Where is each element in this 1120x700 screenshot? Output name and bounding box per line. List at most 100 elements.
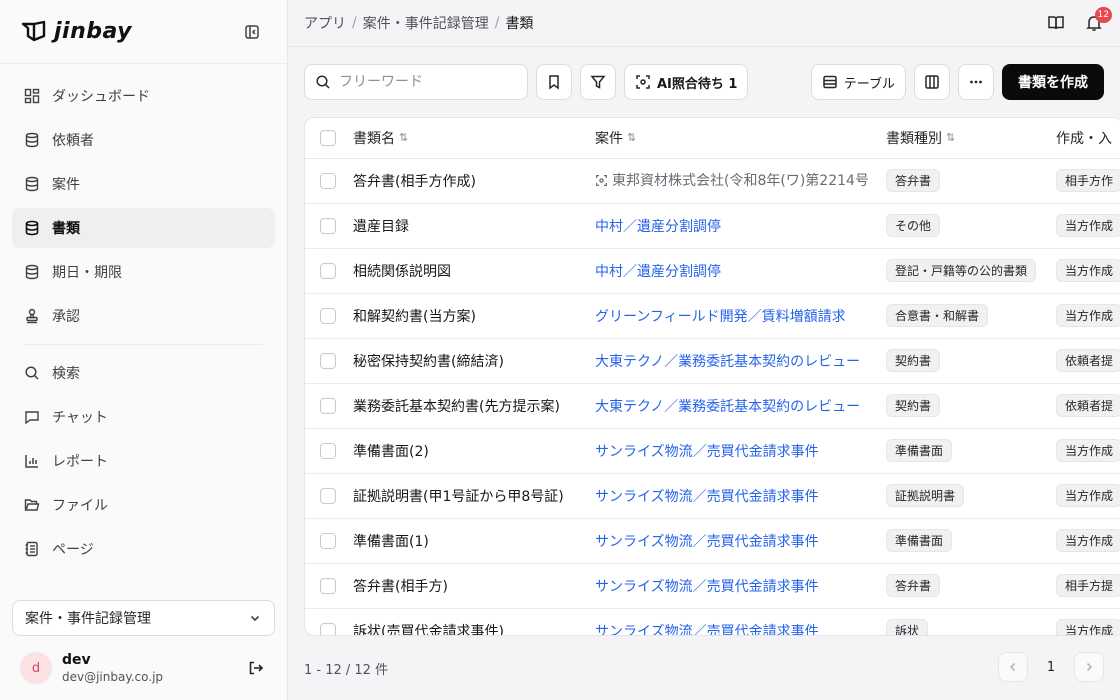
table-row[interactable]: 答弁書(相手方作成) 東邦資材株式会社(令和8年(ワ)第2214号 答弁書 相手… [305, 158, 1120, 203]
sidebar-item-files[interactable]: ファイル [12, 485, 275, 525]
row-checkbox[interactable] [320, 352, 336, 369]
case-link[interactable]: グリーンフィールド開発／賃料増額請求 [595, 309, 846, 325]
document-name[interactable]: 証拠説明書(甲1号証から甲8号証) [345, 473, 585, 518]
document-name[interactable]: 遺産目録 [345, 203, 585, 248]
next-page-button[interactable] [1074, 652, 1104, 682]
row-checkbox[interactable] [320, 487, 336, 504]
table-row[interactable]: 秘密保持契約書(締結済) 大東テクノ／業務委託基本契約のレビュー 契約書 依頼者… [305, 338, 1120, 383]
table-row[interactable]: 遺産目録 中村／遺産分割調停 その他 当方作成 [305, 203, 1120, 248]
table-row[interactable]: 準備書面(1) サンライズ物流／売買代金請求事件 準備書面 当方作成 [305, 518, 1120, 563]
case-cell: 大東テクノ／業務委託基本契約のレビュー [585, 383, 876, 428]
bookmark-icon [549, 75, 559, 90]
row-checkbox[interactable] [320, 577, 336, 594]
table-row[interactable]: 証拠説明書(甲1号証から甲8号証) サンライズ物流／売買代金請求事件 証拠説明書… [305, 473, 1120, 518]
case-link[interactable]: サンライズ物流／売買代金請求事件 [595, 624, 819, 636]
column-header-label: 作成・入 [1056, 130, 1112, 147]
columns-button[interactable] [914, 64, 950, 100]
case-link[interactable]: 大東テクノ／業務委託基本契約のレビュー [595, 399, 860, 415]
sidebar-item-reports[interactable]: レポート [12, 441, 275, 481]
table-row[interactable]: 相続関係説明図 中村／遺産分割調停 登記・戸籍等の公的書類 当方作成 [305, 248, 1120, 293]
document-name[interactable]: 準備書面(1) [345, 518, 585, 563]
table-row[interactable]: 業務委託基本契約書(先方提示案) 大東テクノ／業務委託基本契約のレビュー 契約書… [305, 383, 1120, 428]
breadcrumb-item-app[interactable]: アプリ [304, 13, 346, 33]
case-link[interactable]: サンライズ物流／売買代金請求事件 [595, 579, 819, 595]
column-header-type[interactable]: 書類種別 ⇅ [876, 118, 1046, 158]
document-name[interactable]: 秘密保持契約書(締結済) [345, 338, 585, 383]
column-header-origin[interactable]: 作成・入 [1046, 118, 1120, 158]
case-link[interactable]: 中村／遺産分割調停 [595, 219, 721, 235]
select-all-checkbox[interactable] [320, 129, 336, 146]
table-row[interactable]: 訴状(売買代金請求事件) サンライズ物流／売買代金請求事件 訴状 当方作成 [305, 608, 1120, 636]
logout-button[interactable] [244, 656, 268, 680]
row-checkbox[interactable] [320, 262, 336, 279]
document-name[interactable]: 準備書面(2) [345, 428, 585, 473]
sidebar-item-label: 案件 [52, 177, 80, 193]
topbar: アプリ / 案件・事件記録管理 / 書類 12 [288, 0, 1120, 47]
case-cell: サンライズ物流／売買代金請求事件 [585, 518, 876, 563]
sidebar-item-dashboard[interactable]: ダッシュボード [12, 76, 275, 116]
brand-logo[interactable]: jinbay [20, 18, 132, 46]
search-box[interactable] [304, 64, 528, 100]
notification-badge: 12 [1094, 7, 1112, 23]
row-select-cell [305, 563, 345, 608]
case-link[interactable]: サンライズ物流／売買代金請求事件 [595, 534, 819, 550]
row-checkbox[interactable] [320, 217, 336, 234]
case-link[interactable]: 中村／遺産分割調停 [595, 264, 721, 280]
row-checkbox[interactable] [320, 442, 336, 459]
sort-icon[interactable]: ⇅ [946, 131, 955, 144]
sidebar-item-label: 書類 [52, 221, 80, 237]
origin-chip: 相手方作 [1056, 169, 1120, 192]
case-link[interactable]: サンライズ物流／売買代金請求事件 [595, 489, 819, 505]
chat-icon [24, 409, 40, 425]
document-name[interactable]: 訴状(売買代金請求事件) [345, 608, 585, 636]
column-header-case[interactable]: 案件 ⇅ [585, 118, 876, 158]
sidebar-collapse-button[interactable] [240, 20, 264, 44]
table-row[interactable]: 準備書面(2) サンライズ物流／売買代金請求事件 準備書面 当方作成 [305, 428, 1120, 473]
search-input[interactable] [339, 74, 509, 90]
sidebar-item-documents[interactable]: 書類 [12, 208, 275, 248]
document-name[interactable]: 和解契約書(当方案) [345, 293, 585, 338]
sidebar-item-cases[interactable]: 案件 [12, 164, 275, 204]
filter-button[interactable] [580, 64, 616, 100]
prev-page-button[interactable] [998, 652, 1028, 682]
row-checkbox[interactable] [320, 172, 336, 189]
document-name[interactable]: 相続関係説明図 [345, 248, 585, 293]
row-checkbox[interactable] [320, 622, 336, 635]
sidebar-item-clients[interactable]: 依頼者 [12, 120, 275, 160]
row-checkbox[interactable] [320, 532, 336, 549]
sidebar-item-deadlines[interactable]: 期日・期限 [12, 252, 275, 292]
sidebar-item-pages[interactable]: ページ [12, 529, 275, 569]
sidebar-item-search[interactable]: 検索 [12, 353, 275, 393]
sort-icon[interactable]: ⇅ [399, 131, 408, 144]
row-checkbox[interactable] [320, 397, 336, 414]
bookmark-button[interactable] [536, 64, 572, 100]
case-link[interactable]: サンライズ物流／売買代金請求事件 [595, 444, 819, 460]
origin-chip: 当方作成 [1056, 439, 1120, 462]
row-select-cell [305, 518, 345, 563]
table-row[interactable]: 和解契約書(当方案) グリーンフィールド開発／賃料増額請求 合意書・和解書 当方… [305, 293, 1120, 338]
document-name[interactable]: 答弁書(相手方) [345, 563, 585, 608]
create-document-button[interactable]: 書類を作成 [1002, 64, 1104, 100]
sidebar-item-chat[interactable]: チャット [12, 397, 275, 437]
document-name[interactable]: 答弁書(相手方作成) [345, 158, 585, 203]
breadcrumb-item-workspace[interactable]: 案件・事件記録管理 [363, 13, 489, 33]
column-header-name[interactable]: 書類名 ⇅ [345, 118, 585, 158]
type-cell: その他 [876, 203, 1046, 248]
avatar[interactable]: d [20, 652, 52, 684]
case-link-pending[interactable]: 東邦資材株式会社(令和8年(ワ)第2214号 [595, 170, 869, 190]
ai-match-pending-button[interactable]: AI照合待ち 1 [624, 64, 749, 100]
more-options-button[interactable] [958, 64, 994, 100]
current-page-number[interactable]: 1 [1036, 652, 1066, 682]
workspace-select[interactable]: 案件・事件記録管理 [12, 600, 275, 636]
view-table-button[interactable]: テーブル [810, 64, 906, 100]
sort-icon[interactable]: ⇅ [627, 131, 636, 144]
notifications-button[interactable]: 12 [1084, 7, 1112, 33]
dashboard-icon [24, 88, 40, 104]
row-checkbox[interactable] [320, 307, 336, 324]
view-table-label: テーブル [843, 76, 895, 92]
case-link[interactable]: 大東テクノ／業務委託基本契約のレビュー [595, 354, 860, 370]
docs-button[interactable] [1046, 13, 1066, 33]
sidebar-item-approvals[interactable]: 承認 [12, 296, 275, 336]
table-row[interactable]: 答弁書(相手方) サンライズ物流／売買代金請求事件 答弁書 相手方提 [305, 563, 1120, 608]
document-name[interactable]: 業務委託基本契約書(先方提示案) [345, 383, 585, 428]
